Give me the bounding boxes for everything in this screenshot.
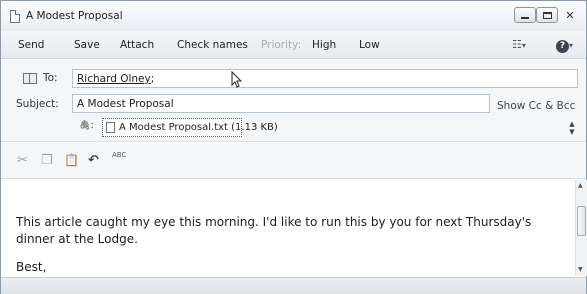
recipient-name[interactable]: Richard Olney	[77, 73, 151, 85]
attachment-label: 🖇:	[79, 120, 94, 131]
maximize-icon	[542, 11, 552, 19]
paste-icon[interactable]: 📋	[64, 153, 79, 167]
maximize-button[interactable]	[536, 7, 558, 23]
body-line: dinner at the Lodge.	[16, 232, 138, 246]
title-bar: A Modest Proposal ✕	[1, 1, 586, 31]
spelling-check-icon[interactable]: ABC	[112, 151, 126, 159]
window-title: A Modest Proposal	[26, 10, 123, 22]
scroll-thumb[interactable]	[577, 206, 586, 236]
attach-button[interactable]: Attach	[120, 39, 154, 51]
subject-field[interactable]: A Modest Proposal	[72, 94, 490, 113]
to-field[interactable]: Richard Olney;	[72, 69, 578, 88]
message-body[interactable]: This article caught my eye this morning.…	[1, 180, 586, 276]
attachment-label-colon: :	[90, 120, 94, 131]
scroll-up-icon[interactable]: ▲	[578, 182, 583, 189]
to-label[interactable]: To:	[43, 72, 58, 84]
status-bar	[1, 277, 586, 294]
show-cc-bcc-link[interactable]: Show Cc & Bcc	[497, 100, 575, 112]
chevron-down-icon: ▾	[521, 41, 526, 50]
mouse-pointer-icon	[231, 70, 243, 93]
scroll-down-icon[interactable]: ▼	[567, 128, 577, 136]
document-icon	[10, 10, 20, 23]
check-names-button[interactable]: Check names	[177, 39, 248, 51]
text-file-icon	[106, 122, 115, 133]
low-priority-button[interactable]: Low	[359, 39, 380, 51]
compose-window: A Modest Proposal ✕ Send Save Attach Che…	[0, 0, 587, 294]
save-button[interactable]: Save	[74, 39, 100, 51]
close-button[interactable]: ✕	[560, 7, 580, 23]
scroll-down-icon[interactable]: ▼	[578, 266, 583, 273]
body-line: This article caught my eye this morning.…	[16, 215, 532, 229]
high-priority-button[interactable]: High	[312, 39, 336, 51]
attachment-item[interactable]: A Modest Proposal.txt (1.13 KB)	[102, 118, 278, 137]
subject-label: Subject:	[16, 98, 59, 110]
cut-icon[interactable]: ✂	[17, 153, 28, 168]
chevron-down-icon: ▾	[569, 41, 574, 50]
formatting-toolbar: ✂ ❐ 📋 ↶ ABC	[1, 143, 586, 179]
command-bar: Send Save Attach Check names Priority: H…	[1, 31, 586, 59]
undo-icon[interactable]: ↶	[88, 153, 99, 168]
body-scrollbar[interactable]: ▲ ▼	[575, 180, 587, 276]
attachment-scroll[interactable]: ▲ ▼	[567, 120, 577, 138]
minimize-button[interactable]	[514, 7, 536, 23]
help-icon: ?	[556, 40, 569, 53]
help-button[interactable]: ? ▾	[556, 38, 573, 53]
close-icon: ✕	[565, 8, 575, 22]
body-paragraph: This article caught my eye this morning.…	[16, 214, 561, 248]
address-book-icon[interactable]	[23, 73, 37, 84]
recipient-separator: ;	[150, 73, 155, 85]
attachment-name: A Modest Proposal.txt (1.13 KB)	[119, 122, 278, 133]
view-options-icon[interactable]: ☷▾	[512, 38, 526, 51]
send-button[interactable]: Send	[18, 39, 44, 51]
body-signoff: Best,	[16, 260, 47, 274]
copy-icon[interactable]: ❐	[41, 153, 53, 168]
subject-value: A Modest Proposal	[77, 98, 174, 110]
scroll-up-icon[interactable]: ▲	[567, 120, 577, 128]
priority-label: Priority:	[261, 39, 302, 51]
message-header: To: Richard Olney; Subject: A Modest Pro…	[1, 60, 586, 142]
minimize-icon	[521, 16, 529, 19]
paperclip-icon: 🖇	[79, 121, 91, 131]
